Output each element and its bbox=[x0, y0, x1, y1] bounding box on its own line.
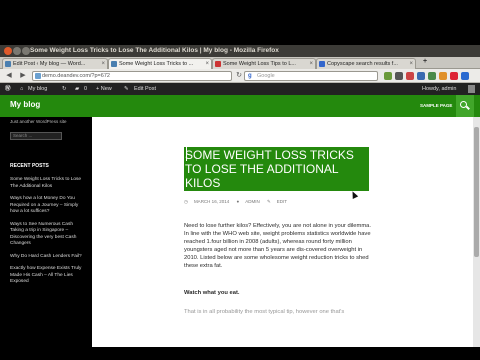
pencil-icon: ✎ bbox=[266, 199, 271, 204]
url-text: demo.deandev.com/?p=672 bbox=[42, 73, 110, 79]
extension-icon[interactable] bbox=[395, 72, 403, 80]
extension-icon[interactable] bbox=[450, 72, 458, 80]
wordpress-icon bbox=[111, 61, 117, 67]
extension-icon[interactable] bbox=[439, 72, 447, 80]
maximize-window-button[interactable] bbox=[22, 47, 30, 55]
article-paragraph: Need to lose further kilos? Effectively,… bbox=[184, 223, 371, 269]
tab-label: Copyscape search results f... bbox=[327, 61, 398, 67]
minimize-window-button[interactable] bbox=[13, 47, 21, 55]
wordpress-logo-icon[interactable]: Ⓦ bbox=[5, 83, 11, 95]
reload-icon[interactable]: ↻ bbox=[234, 71, 244, 81]
letterbox bbox=[0, 347, 480, 360]
nav-sample-page[interactable]: SAMPLE PAGE bbox=[420, 103, 452, 108]
window-titlebar: Some Weight Loss Tricks to Lose The Addi… bbox=[0, 45, 480, 57]
tab-edit-post[interactable]: Edit Post ‹ My blog — Word... × bbox=[2, 58, 108, 69]
text-caret bbox=[186, 146, 187, 161]
site-header: My blog SAMPLE PAGE bbox=[0, 95, 480, 117]
edit-link[interactable]: EDIT bbox=[277, 199, 287, 204]
recent-post-link[interactable]: Exactly how Expense Exists Truly Made Hi… bbox=[10, 266, 82, 286]
extension-icon[interactable] bbox=[406, 72, 414, 80]
tab-copyscape[interactable]: Copyscape search results f... × bbox=[316, 58, 416, 69]
search-toggle-button[interactable] bbox=[456, 95, 474, 117]
search-bar[interactable]: g Google bbox=[244, 71, 378, 81]
tab-label: Edit Post ‹ My blog — Word... bbox=[13, 61, 86, 67]
home-icon: ⌂ bbox=[20, 86, 24, 92]
recent-post-link[interactable]: Ways how a lot Money Do You Required on … bbox=[10, 196, 82, 216]
edit-post-button[interactable]: Edit Post bbox=[134, 83, 156, 95]
recent-post-link[interactable]: Ways to See Numerous Cash Taking a trip … bbox=[10, 222, 82, 248]
howdy-account[interactable]: Howdy, admin bbox=[422, 83, 456, 95]
wordpress-icon bbox=[5, 61, 11, 67]
extension-icon[interactable] bbox=[417, 72, 425, 80]
screen: Some Weight Loss Tricks to Lose The Addi… bbox=[0, 0, 480, 360]
recent-posts-list: Some Weight Loss Tricks to Lose The Addi… bbox=[10, 177, 82, 292]
close-icon[interactable]: × bbox=[409, 59, 413, 69]
extension-icon[interactable] bbox=[461, 72, 469, 80]
site-identity-icon bbox=[35, 73, 41, 79]
updates-icon[interactable]: ↻ bbox=[62, 83, 67, 95]
page-icon bbox=[215, 61, 221, 67]
admin-bar-site[interactable]: My blog bbox=[28, 83, 47, 95]
letterbox bbox=[0, 0, 480, 45]
avatar[interactable] bbox=[468, 85, 475, 93]
site-tagline: Just another WordPress site bbox=[10, 119, 67, 124]
author-icon: ● bbox=[236, 199, 240, 204]
close-icon[interactable]: × bbox=[309, 59, 313, 69]
sidebar-search-input[interactable]: Search ... bbox=[10, 132, 62, 140]
sidebar: Just another WordPress site Search ... R… bbox=[0, 117, 92, 347]
forward-button[interactable]: ▶ bbox=[18, 71, 28, 81]
url-bar[interactable]: demo.deandev.com/?p=672 bbox=[32, 71, 232, 81]
scrollbar-thumb[interactable] bbox=[474, 127, 479, 257]
extension-icon[interactable] bbox=[384, 72, 392, 80]
back-button[interactable]: ◀ bbox=[4, 71, 14, 81]
comments-count[interactable]: 0 bbox=[84, 83, 87, 95]
navigation-bar: ◀ ▶ demo.deandev.com/?p=672 ↻ g Google bbox=[0, 69, 480, 83]
main-content: Some Weight Loss Tricks to Lose The Addi… bbox=[92, 117, 480, 347]
post-date[interactable]: MARCH 16, 2014 bbox=[194, 199, 229, 204]
article-title[interactable]: Some Weight Loss Tricks to Lose The Addi… bbox=[184, 147, 369, 191]
recent-posts-heading: RECENT POSTS bbox=[10, 163, 49, 169]
search-placeholder: Google bbox=[257, 73, 275, 79]
new-tab-button[interactable]: + bbox=[420, 57, 430, 67]
recent-post-link[interactable]: Some Weight Loss Tricks to Lose The Addi… bbox=[10, 177, 82, 190]
comment-icon[interactable]: ▰ bbox=[75, 83, 79, 95]
window-title: Some Weight Loss Tricks to Lose The Addi… bbox=[30, 47, 279, 54]
tab-label: Some Weight Loss Tricks to ... bbox=[119, 61, 194, 67]
wp-admin-bar: Ⓦ ⌂ My blog ↻ ▰ 0 + New ✎ Edit Post Howd… bbox=[0, 83, 480, 95]
page-icon bbox=[319, 61, 325, 67]
tab-weight-loss-tips[interactable]: Some Weight Loss Tips to L... × bbox=[212, 58, 316, 69]
tab-article[interactable]: Some Weight Loss Tricks to ... × bbox=[108, 58, 212, 69]
article-paragraph: That is in all probability the most typi… bbox=[184, 309, 345, 315]
article-subheading: Watch what you eat. bbox=[184, 290, 240, 296]
entry-meta: ◷ MARCH 16, 2014 ● ADMIN ✎ EDIT bbox=[184, 199, 293, 205]
tab-label: Some Weight Loss Tips to L... bbox=[223, 61, 296, 67]
new-content-button[interactable]: + New bbox=[96, 83, 112, 95]
recent-post-link[interactable]: Why Do Hard Cash Lenders Fail? bbox=[10, 254, 82, 261]
close-window-button[interactable] bbox=[4, 47, 12, 55]
close-icon[interactable]: × bbox=[101, 59, 105, 69]
pencil-icon: ✎ bbox=[124, 86, 129, 92]
tab-bar: Edit Post ‹ My blog — Word... × Some Wei… bbox=[0, 57, 480, 69]
page-scrollbar[interactable] bbox=[473, 117, 480, 347]
extension-icon[interactable] bbox=[428, 72, 436, 80]
site-title[interactable]: My blog bbox=[10, 100, 40, 109]
google-icon: g bbox=[248, 73, 252, 79]
close-icon[interactable]: × bbox=[205, 59, 209, 69]
clock-icon: ◷ bbox=[184, 199, 188, 204]
mouse-pointer-icon bbox=[349, 190, 359, 199]
post-author[interactable]: ADMIN bbox=[245, 199, 260, 204]
